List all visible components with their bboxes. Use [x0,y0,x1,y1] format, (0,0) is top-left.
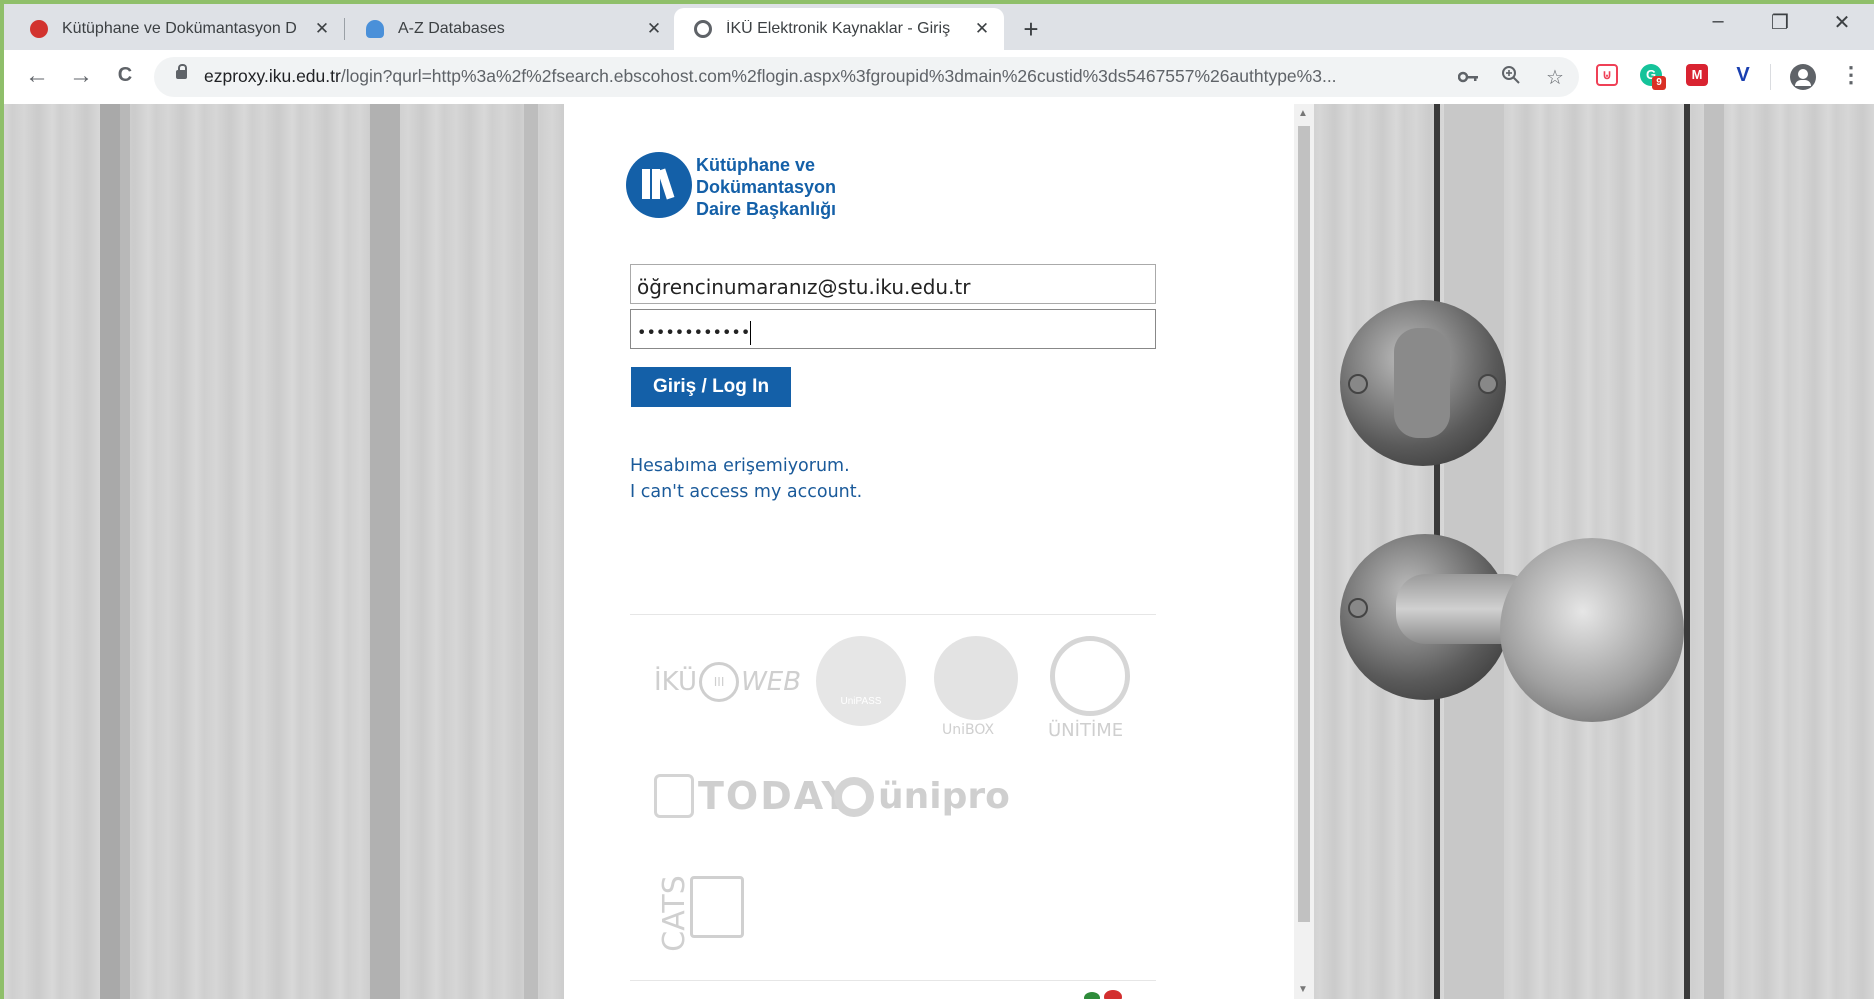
password-field[interactable]: •••••••••••• [630,309,1156,349]
tab-title: İKÜ Elektronik Kaynaklar - Giriş [726,20,951,37]
v-extension-icon[interactable]: V [1732,64,1754,86]
ikuweb-left-text: İKÜ [654,667,698,697]
pocket-glyph: ⊍ [1602,67,1612,82]
footer-divider [630,980,1156,981]
calendar-icon [654,774,694,818]
unipass-logo[interactable]: UniPASS [816,636,906,726]
tab-close-icon[interactable]: ✕ [970,19,994,39]
menu-kebab-icon[interactable]: ⋮ [1840,62,1862,88]
logo-line-2: Dokümantasyon [696,177,837,197]
lock-icon [176,64,187,79]
back-button[interactable]: ← [22,62,52,90]
logo-line-3: Daire Başkanlığı [696,199,837,219]
unibox-text: UniBOX [942,722,995,738]
door-plank [524,104,538,999]
scroll-thumb[interactable] [1298,126,1310,922]
library-logo: Kütüphane ve Dokümantasyon Daire Başkanl… [626,152,866,222]
pocket-extension-icon[interactable]: ⊍ [1596,64,1618,86]
screw [1348,598,1368,618]
logo-line-1: Kütüphane ve [696,155,816,175]
address-bar[interactable]: ezproxy.iku.edu.tr/login?qurl=http%3a%2f… [154,57,1579,97]
scroll-up-arrow[interactable]: ▲ [1298,108,1308,119]
forgot-account-link-en[interactable]: I can't access my account. [630,482,862,502]
password-value: •••••••••••• [637,322,751,342]
tab-close-icon[interactable]: ✕ [642,19,666,39]
books-icon [640,168,678,201]
browser-toolbar: ← → C ezproxy.iku.edu.tr/login?qurl=http… [4,50,1874,104]
unipro-circle-icon [834,776,874,817]
tab-close-icon[interactable]: ✕ [310,19,334,39]
ikuweb-logo[interactable]: İKÜ III WEB [654,662,801,702]
url-path: /login?qurl=http%3a%2f%2fsearch.ebscohos… [340,66,1337,86]
ikuweb-right-text: WEB [741,667,802,697]
new-tab-button[interactable]: + [1016,14,1046,44]
zoom-icon[interactable] [1498,65,1524,91]
tab-iku-login[interactable]: İKÜ Elektronik Kaynaklar - Giriş ✕ [674,8,1004,50]
cats-text: CATS [656,875,692,952]
email-field[interactable]: öğrencinumaranız@stu.iku.edu.tr [630,264,1156,304]
library-logo-text: Kütüphane ve Dokümantasyon Daire Başkanl… [696,154,836,220]
library-logo-emblem [626,152,692,218]
unitime-text: ÜNİTİME [1048,720,1124,741]
browser-window: Kütüphane ve Dokümantasyon D ✕ A-Z Datab… [4,4,1874,999]
door-knob [1500,538,1684,722]
window-close-button[interactable]: ✕ [1822,10,1862,35]
v-glyph: V [1736,64,1750,86]
mendeley-extension-icon[interactable]: M [1686,64,1708,86]
unitime-icon[interactable] [1050,636,1130,716]
cat-face-icon [690,876,744,938]
unipass-text: UniPASS [840,696,882,707]
scroll-down-arrow[interactable]: ▼ [1298,984,1308,995]
minimize-button[interactable]: – [1698,10,1738,33]
url-host: ezproxy.iku.edu.tr [204,66,341,86]
mendeley-glyph: M [1691,67,1703,82]
cats-logo[interactable]: CATS [654,864,754,952]
today-text: TODAY [698,774,852,818]
door-plank [100,104,122,999]
unipro-text: ünipro [878,776,1010,817]
email-value: öğrencinumaranız@stu.iku.edu.tr [637,275,971,299]
tab-az-databases[interactable]: A-Z Databases ✕ [340,8,676,50]
door-plank [370,104,400,999]
globe-favicon-icon [694,20,712,38]
key-cylinder [1394,328,1450,438]
profile-avatar-icon[interactable] [1790,64,1816,90]
forgot-account-link-tr[interactable]: Hesabıma erişemiyorum. [630,456,850,476]
door-plank [120,104,130,999]
library-favicon-icon [30,20,48,38]
door-gap [1684,104,1690,999]
page-viewport: ▲ ▼ Kütüphane ve Dokümantasyon Daire Baş… [4,104,1874,999]
toolbar-divider [1770,64,1771,90]
forward-button[interactable]: → [66,62,96,90]
text-caret [750,321,752,345]
ikuweb-circle-icon: III [699,662,740,702]
scrollbar[interactable]: ▲ ▼ [1294,104,1314,999]
footer-logo-dot-red [1104,990,1122,999]
cloud-favicon-icon [366,20,384,38]
key-icon[interactable] [1456,67,1482,90]
screw [1478,374,1498,394]
tab-library[interactable]: Kütüphane ve Dokümantasyon D ✕ [4,8,344,50]
footer-logo-dot-green [1084,992,1100,999]
tab-title: Kütüphane ve Dokümantasyon D [62,20,297,37]
reload-button[interactable]: C [110,64,140,87]
star-icon[interactable]: ☆ [1542,65,1568,90]
grammarly-badge: 9 [1652,76,1666,90]
door-plank [1704,104,1724,999]
url-text[interactable]: ezproxy.iku.edu.tr/login?qurl=http%3a%2f… [204,66,1337,87]
grammarly-extension-icon[interactable]: G 9 [1640,64,1666,90]
tab-strip: Kütüphane ve Dokümantasyon D ✕ A-Z Datab… [4,4,1874,50]
section-divider [630,614,1156,615]
screw [1348,374,1368,394]
login-button[interactable]: Giriş / Log In [631,367,791,407]
unibox-cloud-icon[interactable] [934,636,1018,720]
unipro-logo[interactable]: ünipro [834,776,1010,817]
tab-title: A-Z Databases [398,20,505,37]
restore-button[interactable]: ❐ [1760,10,1800,35]
today-logo[interactable]: TODAY [654,774,851,818]
